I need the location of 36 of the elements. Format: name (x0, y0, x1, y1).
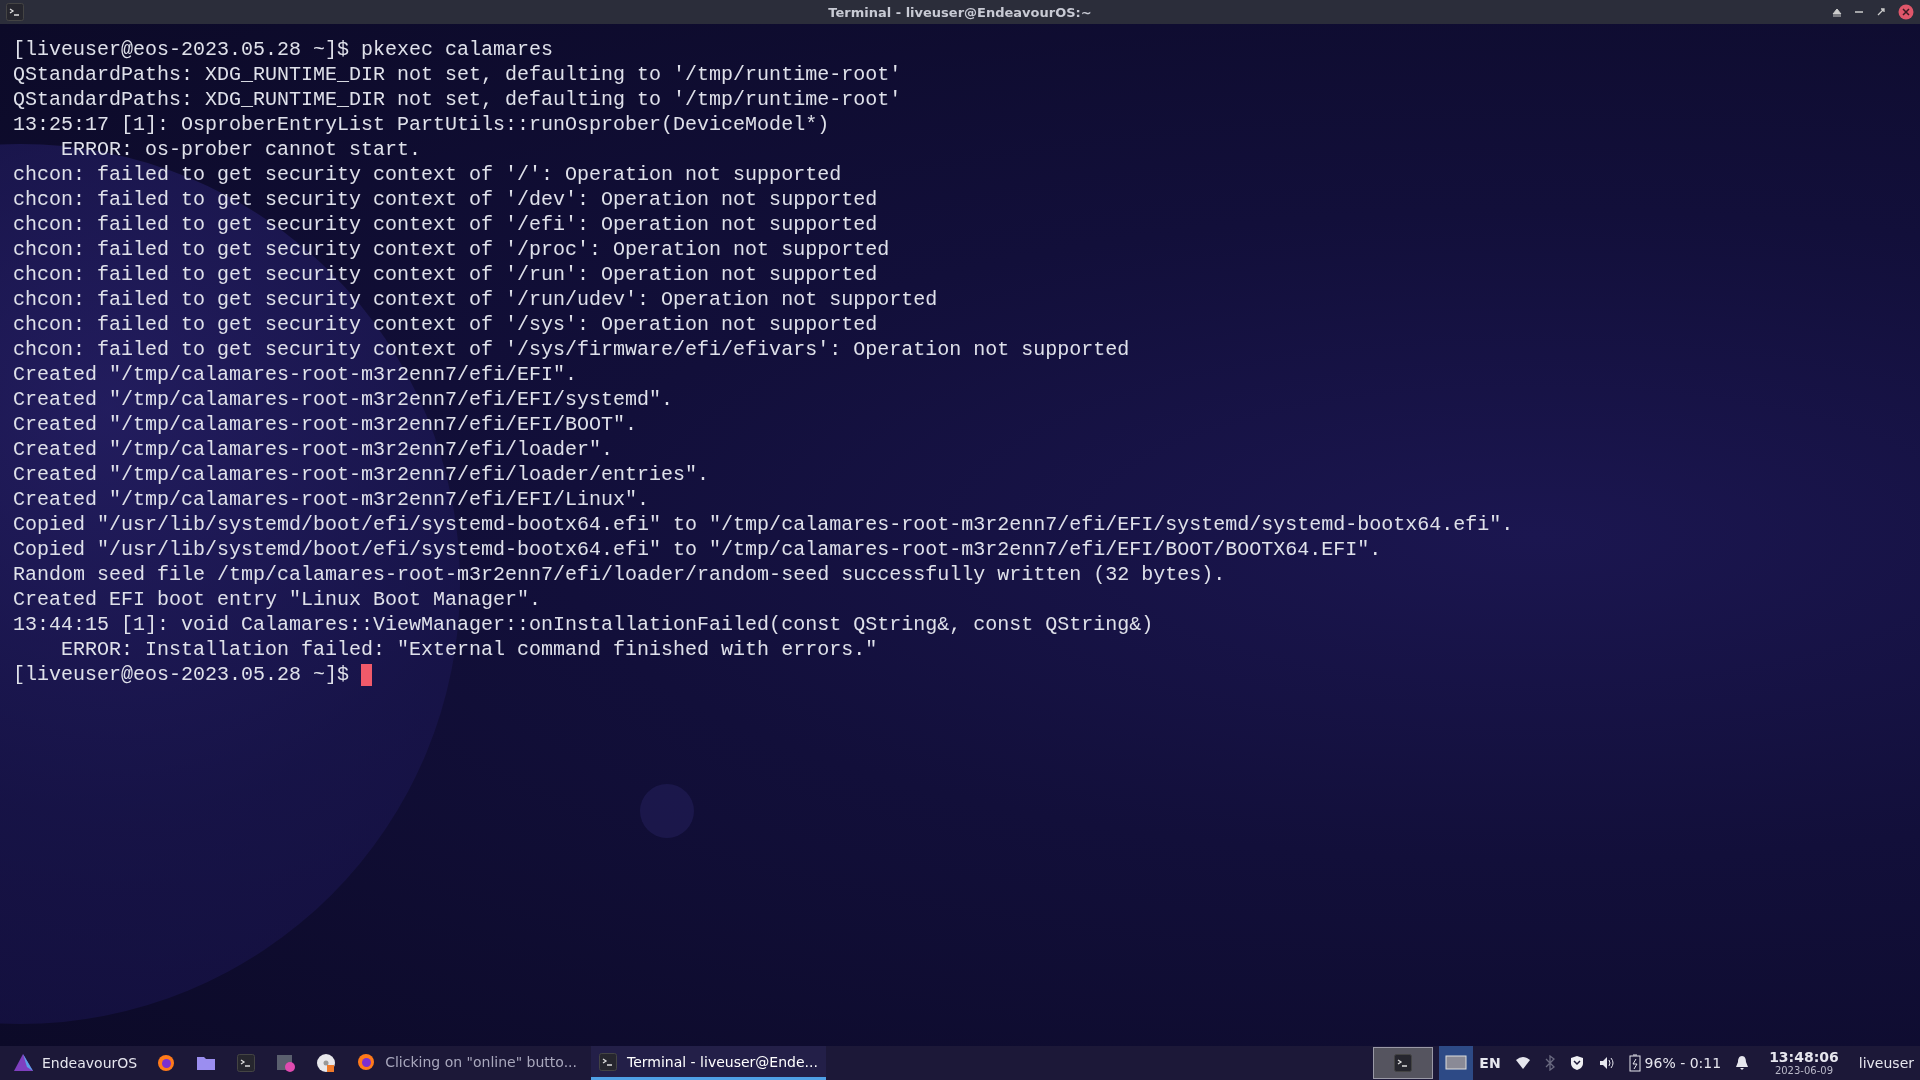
terminal-line: chcon: failed to get security context of '/sys/firmware/efi/efivars': Operation not supported (13, 337, 1131, 362)
clock[interactable]: 13:48:06 2023-06-09 (1763, 1049, 1845, 1077)
terminal-line: QStandardPaths: XDG_RUNTIME_DIR not set, defaulting to '/tmp/runtime-root' (13, 87, 903, 112)
start-menu-button[interactable]: EndeavourOS (6, 1046, 144, 1080)
keyboard-layout[interactable]: EN (1479, 1055, 1501, 1071)
task-button[interactable]: Clicking on "online" butto... (349, 1046, 585, 1080)
terminal-line: Copied "/usr/lib/systemd/boot/efi/systemd-bootx64.efi" to "/tmp/calamares-root-m3r2enn7/efi/EFI/BOOT/BOOTX64.EFI". (13, 537, 1383, 562)
terminal-line: chcon: failed to get security context of '/run/udev': Operation not supported (13, 287, 939, 312)
task-button[interactable]: Terminal - liveuser@Ende... (591, 1046, 826, 1080)
clock-date: 2023-06-09 (1774, 1065, 1833, 1077)
terminal-line: chcon: failed to get security context of '/efi': Operation not supported (13, 212, 879, 237)
terminal-line: Created "/tmp/calamares-root-m3r2enn7/efi/EFI". (13, 362, 579, 387)
terminal-line: chcon: failed to get security context of '/': Operation not supported (13, 162, 843, 187)
user-name[interactable]: liveuser (1858, 1055, 1914, 1071)
terminal-line: ERROR: os-prober cannot start. (60, 137, 423, 162)
terminal-line: Created "/tmp/calamares-root-m3r2enn7/efi/loader/entries". (13, 462, 711, 487)
terminal-line: Copied "/usr/lib/systemd/boot/efi/systemd-bootx64.efi" to "/tmp/calamares-root-m3r2enn7/efi/EFI/systemd/systemd-bootx64.efi". (13, 512, 1515, 537)
terminal-line: Created "/tmp/calamares-root-m3r2enn7/efi/loader". (13, 437, 615, 462)
terminal-line: Created EFI boot entry "Linux Boot Manager". (13, 587, 543, 612)
clock-time: 13:48:06 (1769, 1049, 1839, 1065)
terminal-line: Created "/tmp/calamares-root-m3r2enn7/efi/EFI/systemd". (13, 387, 675, 412)
terminal-line: chcon: failed to get security context of '/sys': Operation not supported (13, 312, 879, 337)
terminal-line: ERROR: Installation failed: "External command finished with errors." (60, 637, 879, 662)
terminal-line: 13:25:17 [1]: OsproberEntryList PartUtils::runOsprober(DeviceModel*) (13, 112, 831, 137)
terminal-line: Random seed file /tmp/calamares-root-m3r2enn7/efi/loader/random-seed successfully written (32 bytes). (13, 562, 1227, 587)
battery-status: 96% - 0:11 (1644, 1055, 1722, 1071)
terminal-line: chcon: failed to get security context of '/dev': Operation not supported (13, 187, 879, 212)
terminal-line: Created "/tmp/calamares-root-m3r2enn7/efi/EFI/Linux". (13, 487, 651, 512)
terminal-prompt: [liveuser@eos-2023.05.28 ~]$ (13, 662, 351, 687)
terminal-line: chcon: failed to get security context of '/run': Operation not supported (13, 262, 879, 287)
terminal-line: [liveuser@eos-2023.05.28 ~]$ pkexec calamares (13, 37, 555, 62)
terminal-line: chcon: failed to get security context of '/proc': Operation not supported (13, 237, 891, 262)
window-title: Terminal - liveuser@EndeavourOS:~ (828, 4, 1092, 20)
terminal-line: QStandardPaths: XDG_RUNTIME_DIR not set, defaulting to '/tmp/runtime-root' (13, 62, 903, 87)
terminal-line: 13:44:15 [1]: void Calamares::ViewManager::onInstallationFailed(const QString&, const QString&) (13, 612, 1155, 637)
terminal-line: Created "/tmp/calamares-root-m3r2enn7/efi/EFI/BOOT". (13, 412, 639, 437)
